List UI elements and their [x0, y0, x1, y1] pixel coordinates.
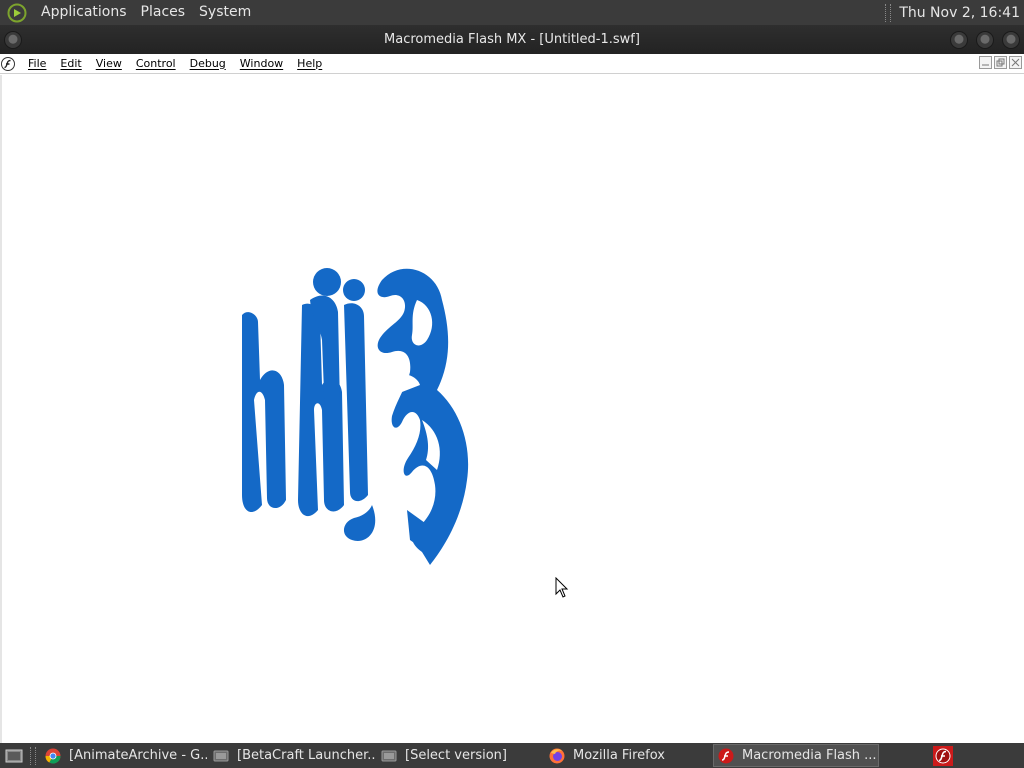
task-label: [Select version]: [405, 748, 507, 763]
task-label: Macromedia Flash ...: [742, 748, 877, 763]
menu-debug[interactable]: Debug: [183, 54, 233, 74]
window-title: Macromedia Flash MX - [Untitled-1.swf]: [384, 32, 640, 47]
firefox-icon: [549, 748, 565, 764]
flash-player-icon[interactable]: [1, 56, 15, 71]
menu-places[interactable]: Places: [134, 0, 193, 25]
task-label: Mozilla Firefox: [573, 748, 665, 763]
top-panel: Applications Places System Thu Nov 2, 16…: [0, 0, 1024, 25]
doc-minimize-button[interactable]: [979, 56, 992, 69]
flash-stage[interactable]: [0, 75, 1024, 743]
flash-icon: [718, 748, 734, 764]
doc-restore-button[interactable]: [994, 56, 1007, 69]
chrome-icon: [45, 748, 61, 764]
bottom-taskbar: [AnimateArchive - G... [BetaCraft Launch…: [0, 743, 1024, 768]
mouse-cursor-icon: [555, 577, 569, 598]
menu-applications[interactable]: Applications: [34, 0, 134, 25]
minimize-button[interactable]: [950, 31, 968, 49]
maximize-button[interactable]: [976, 31, 994, 49]
applications-logo-icon[interactable]: [6, 2, 28, 24]
task-label: [BetaCraft Launcher...: [237, 748, 375, 763]
taskbar-separator: [30, 746, 36, 765]
show-desktop-button[interactable]: [3, 746, 25, 766]
document-window-controls: [979, 56, 1022, 69]
close-button[interactable]: [1002, 31, 1020, 49]
menubar: File Edit View Control Debug Window Help: [0, 54, 1024, 74]
desktop-icon: [5, 749, 23, 762]
tray-flash-icon[interactable]: [932, 745, 954, 767]
task-select-version[interactable]: [Select version]: [377, 744, 543, 767]
java-app-icon: [213, 748, 229, 764]
window-titlebar[interactable]: Macromedia Flash MX - [Untitled-1.swf]: [0, 25, 1024, 54]
swf-artwork: [242, 268, 469, 565]
menu-system[interactable]: System: [192, 0, 258, 25]
task-mozilla-firefox[interactable]: Mozilla Firefox: [545, 744, 711, 767]
task-macromedia-flash[interactable]: Macromedia Flash ...: [713, 744, 879, 767]
doc-close-button[interactable]: [1009, 56, 1022, 69]
java-app-icon: [381, 748, 397, 764]
menu-window[interactable]: Window: [233, 54, 290, 74]
menu-view[interactable]: View: [89, 54, 129, 74]
task-label: [AnimateArchive - G...: [69, 748, 207, 763]
menu-help[interactable]: Help: [290, 54, 329, 74]
task-animatearchive[interactable]: [AnimateArchive - G...: [41, 744, 207, 767]
menu-file[interactable]: File: [21, 54, 53, 74]
panel-handle[interactable]: [885, 3, 892, 22]
menu-control[interactable]: Control: [129, 54, 183, 74]
clock[interactable]: Thu Nov 2, 16:41: [899, 5, 1024, 21]
task-betacraft-launcher[interactable]: [BetaCraft Launcher...: [209, 744, 375, 767]
menu-edit[interactable]: Edit: [53, 54, 88, 74]
